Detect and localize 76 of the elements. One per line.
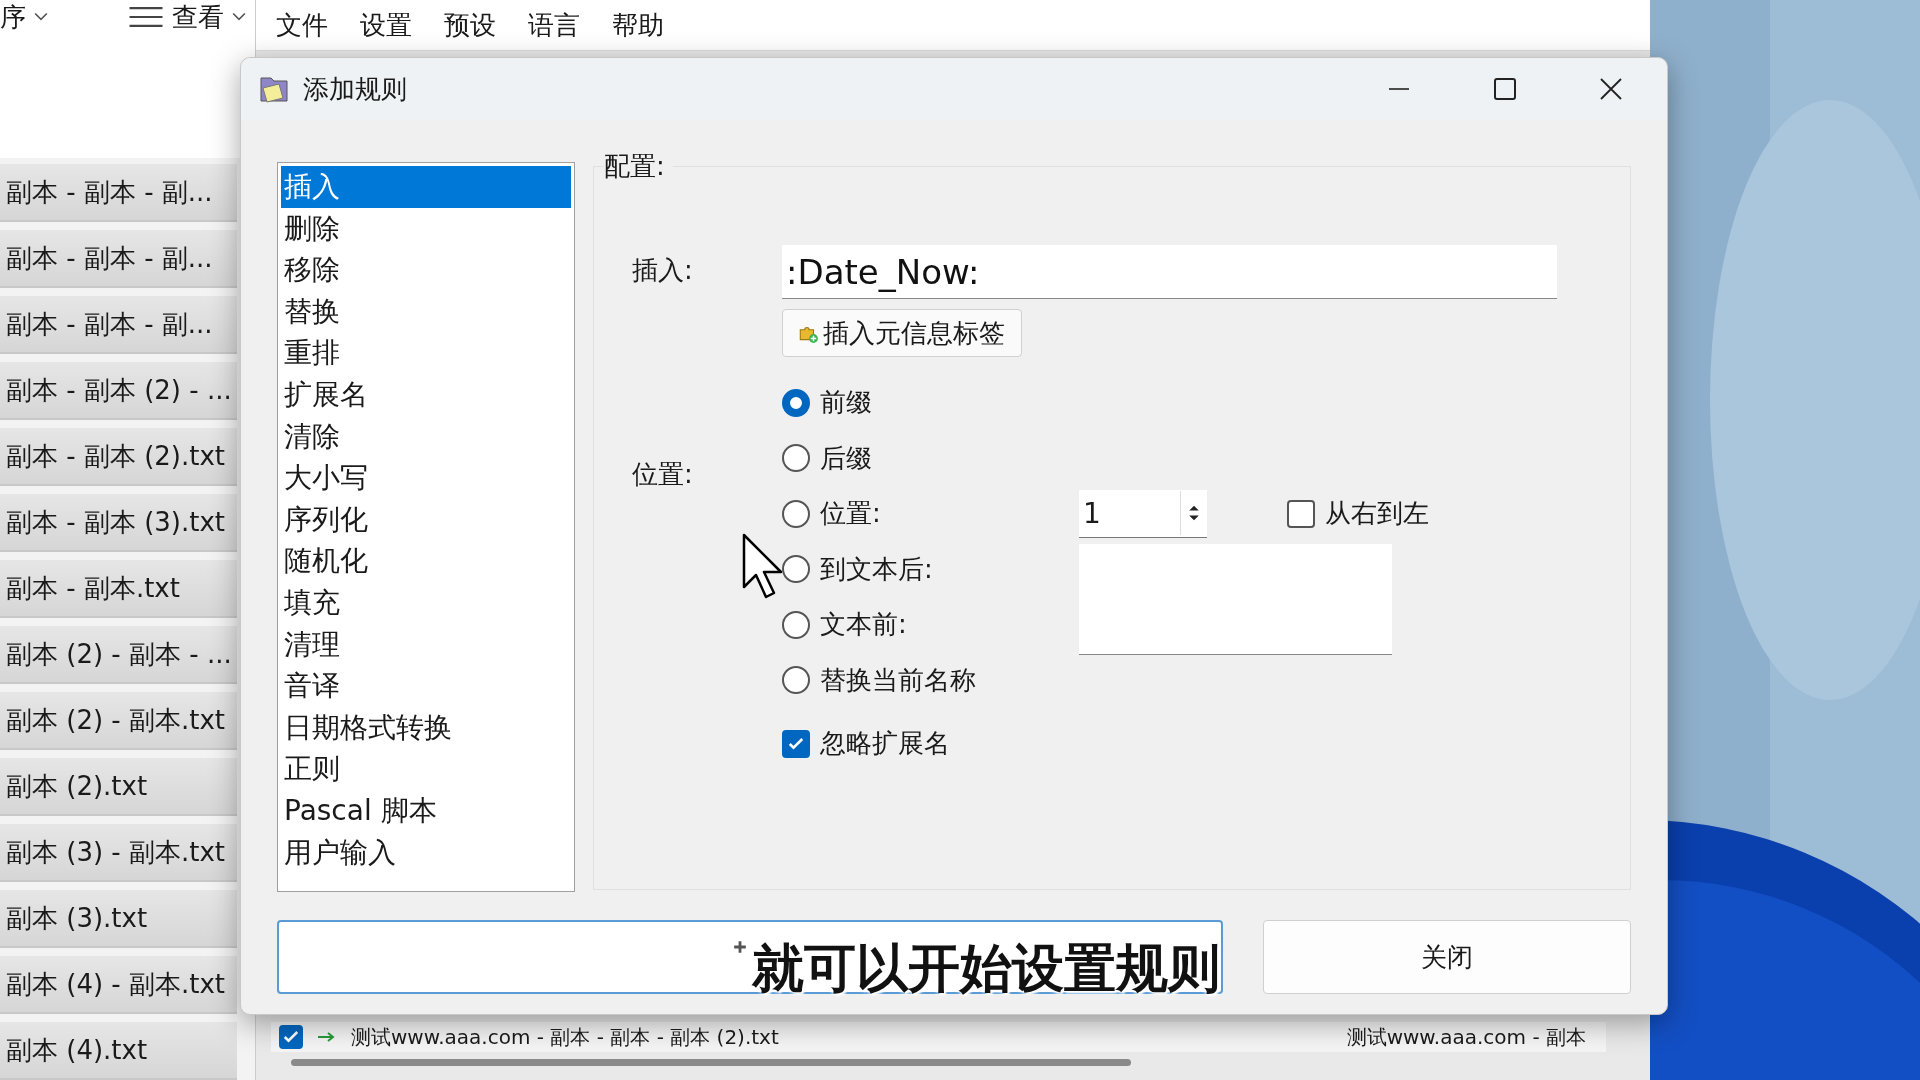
file-item[interactable]: 副本 (2) - 副本.txt <box>0 692 237 750</box>
menu-item[interactable]: 文件 <box>276 7 328 43</box>
option-label[interactable]: 到文本后: <box>820 551 933 587</box>
rule-item[interactable]: 正则 <box>281 748 571 790</box>
radio-button[interactable] <box>782 610 810 639</box>
menu-item[interactable]: 设置 <box>360 7 412 43</box>
chevron-down-icon <box>232 12 246 22</box>
rule-item[interactable]: 用户输入 <box>281 831 571 874</box>
rule-item[interactable]: 清除 <box>281 415 571 458</box>
radio-button[interactable] <box>782 388 810 417</box>
view-label[interactable]: 查看 <box>172 2 224 32</box>
file-item[interactable]: 副本 (3).txt <box>0 890 237 948</box>
checkbox-label[interactable]: 从右到左 <box>1324 496 1429 532</box>
radio-button[interactable] <box>782 666 810 695</box>
file-item[interactable]: 副本 (3) - 副本.txt <box>0 824 237 882</box>
position-spinner[interactable]: 1 <box>1079 489 1207 538</box>
chevron-down-icon <box>34 12 48 22</box>
rule-item[interactable]: 序列化 <box>281 498 571 541</box>
rule-item[interactable]: 扩展名 <box>281 373 571 416</box>
checkbox[interactable] <box>782 729 810 758</box>
rule-item[interactable]: Pascal 脚本 <box>281 789 571 832</box>
file-item[interactable]: 副本 (4).txt <box>0 1022 237 1080</box>
radio-button[interactable] <box>782 555 810 584</box>
file-item[interactable]: 副本 (4) - 副本.txt <box>0 956 237 1014</box>
sort-label[interactable]: 序 <box>0 2 26 32</box>
rule-item[interactable]: 清理 <box>281 623 571 666</box>
option-label[interactable]: 后缀 <box>820 440 872 476</box>
insert-field[interactable]: :Date_Now: <box>782 245 1557 299</box>
menu-item[interactable]: 语言 <box>528 7 580 43</box>
rule-item[interactable]: 移除 <box>281 249 571 291</box>
file-item[interactable]: 副本 - 副本 - 副... <box>0 230 237 288</box>
file-item[interactable]: 副本 - 副本 (2).txt <box>0 428 237 486</box>
rule-item[interactable]: 删除 <box>281 207 571 250</box>
option-label[interactable]: 位置: <box>820 496 881 532</box>
add-rule-button[interactable] <box>277 920 1223 994</box>
checkbox[interactable] <box>1286 499 1315 528</box>
rule-item[interactable]: 音译 <box>281 665 571 707</box>
insert-meta-tag-button[interactable]: 插入元信息标签 <box>782 309 1022 357</box>
file-item[interactable]: 副本 - 副本.txt <box>0 560 237 618</box>
option-label[interactable]: 替换当前名称 <box>820 662 976 698</box>
position-label: 位置: <box>632 458 693 491</box>
menu-item[interactable]: 帮助 <box>612 7 664 43</box>
arrow-icon <box>317 1031 337 1043</box>
rule-item[interactable]: 替换 <box>281 290 571 333</box>
rule-item[interactable]: 日期格式转换 <box>281 706 571 749</box>
option-label[interactable]: 前缀 <box>820 385 872 421</box>
file-item[interactable]: 副本 - 副本 (3).txt <box>0 494 237 552</box>
text-field[interactable] <box>1079 598 1392 655</box>
menu-icon[interactable] <box>128 6 164 28</box>
file-item[interactable]: 副本 - 副本 (2) - ... <box>0 362 237 420</box>
scrollbar-thumb[interactable] <box>291 1058 1131 1066</box>
rule-item[interactable]: 重排 <box>281 332 571 374</box>
insert-label: 插入: <box>632 254 693 287</box>
subtitle: 就可以开始设置规则 <box>752 937 1220 1000</box>
checkbox[interactable] <box>279 1025 303 1049</box>
option-label[interactable]: 文本前: <box>820 607 907 643</box>
file-item[interactable]: 副本 - 副本 - 副... <box>0 296 237 354</box>
radio-button[interactable] <box>782 499 810 528</box>
file-item[interactable]: 副本 (2).txt <box>0 758 237 816</box>
new-file-name: 测试www.aaa.com - 副本 <box>1346 1023 1587 1051</box>
maximize-icon[interactable] <box>1493 77 1517 101</box>
close-icon[interactable] <box>1599 77 1623 101</box>
radio-button[interactable] <box>782 444 810 473</box>
rule-item[interactable]: 填充 <box>281 581 571 624</box>
window-title: 添加规则 <box>303 72 407 106</box>
file-item[interactable]: 副本 - 副本 - 副... <box>0 164 237 222</box>
rule-item[interactable]: 随机化 <box>281 540 571 582</box>
menu-item[interactable]: 预设 <box>444 7 496 43</box>
close-button[interactable]: 关闭 <box>1263 920 1631 994</box>
file-item[interactable]: 副本 (2) - 副本 - ... <box>0 626 237 684</box>
plus-icon <box>733 940 747 954</box>
file-name: 测试www.aaa.com - 副本 - 副本 - 副本 (2).txt <box>351 1023 779 1051</box>
checkbox-label[interactable]: 忽略扩展名 <box>820 726 950 762</box>
rule-item[interactable]: 插入 <box>281 166 571 208</box>
cursor-icon <box>742 533 782 599</box>
rule-item[interactable]: 大小写 <box>281 457 571 499</box>
